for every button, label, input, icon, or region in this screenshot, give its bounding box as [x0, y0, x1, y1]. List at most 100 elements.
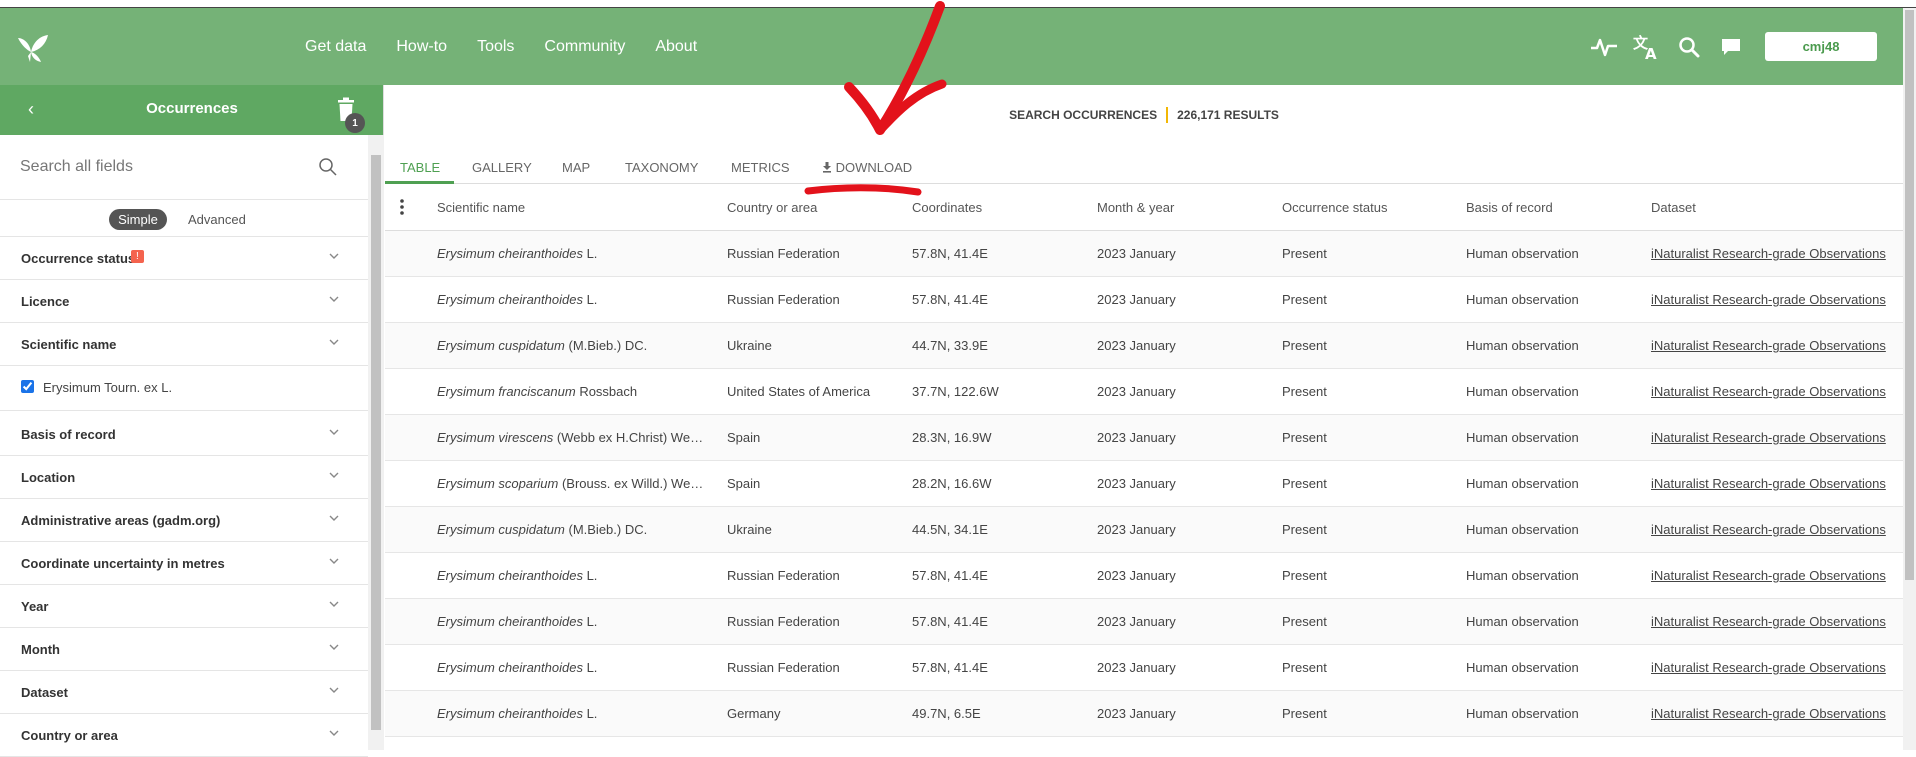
col-coordinates[interactable]: Coordinates — [912, 200, 982, 215]
chevron-down-icon[interactable] — [328, 428, 340, 436]
chevron-down-icon[interactable] — [328, 295, 340, 303]
filter-item[interactable]: Scientific name — [0, 323, 368, 366]
tab-gallery[interactable]: GALLERY — [472, 160, 532, 175]
col-country[interactable]: Country or area — [727, 200, 817, 215]
dataset-link[interactable]: iNaturalist Research-grade Observations — [1651, 292, 1886, 307]
sidebar-scrollbar[interactable] — [368, 135, 384, 750]
scientific-name-option[interactable]: Erysimum Tourn. ex L. — [0, 366, 368, 411]
nav-tools[interactable]: Tools — [477, 38, 514, 56]
species-author: (M.Bieb.) DC. — [564, 522, 648, 537]
translate-icon[interactable]: 文A — [1632, 32, 1662, 62]
search-icon[interactable] — [1674, 32, 1704, 62]
table-row[interactable]: Erysimum cheiranthoides L. Russian Federa… — [385, 599, 1903, 645]
dataset-link[interactable]: iNaturalist Research-grade Observations — [1651, 706, 1886, 721]
cell-country: Russian Federation — [727, 614, 840, 629]
cell-status: Present — [1282, 522, 1327, 537]
species-name: Erysimum cuspidatum — [437, 522, 565, 537]
chevron-down-icon[interactable] — [328, 686, 340, 694]
col-basis-of-record[interactable]: Basis of record — [1466, 200, 1553, 215]
feedback-icon[interactable] — [1716, 32, 1746, 62]
chevron-down-icon[interactable] — [328, 252, 340, 260]
table-row[interactable]: Erysimum cuspidatum (M.Bieb.) DC. Ukraine… — [385, 507, 1903, 553]
tab-table[interactable]: TABLE — [400, 160, 440, 175]
species-name: Erysimum cuspidatum — [437, 338, 565, 353]
col-scientific-name[interactable]: Scientific name — [437, 200, 525, 215]
sidebar-title: Occurrences — [146, 100, 238, 117]
nav-community[interactable]: Community — [544, 38, 625, 56]
window-top-edge — [0, 0, 1916, 8]
tab-map[interactable]: MAP — [562, 160, 590, 175]
cell-coords: 28.2N, 16.6W — [912, 476, 992, 491]
chevron-down-icon[interactable] — [328, 471, 340, 479]
table-row[interactable]: Erysimum cheiranthoides L. Russian Federa… — [385, 277, 1903, 323]
filter-item[interactable]: Dataset — [0, 671, 368, 714]
filter-item[interactable]: Basis of record — [0, 413, 368, 456]
filter-label: Coordinate uncertainty in metres — [21, 556, 225, 571]
dataset-link[interactable]: iNaturalist Research-grade Observations — [1651, 246, 1886, 261]
filter-item[interactable]: Location — [0, 456, 368, 499]
table-row[interactable]: Erysimum cuspidatum (M.Bieb.) DC. Ukraine… — [385, 323, 1903, 369]
cell-coords: 37.7N, 122.6W — [912, 384, 999, 399]
nav-how-to[interactable]: How-to — [396, 38, 447, 56]
chevron-down-icon[interactable] — [328, 600, 340, 608]
dataset-link[interactable]: iNaturalist Research-grade Observations — [1651, 430, 1886, 445]
chevron-down-icon[interactable] — [328, 729, 340, 737]
chevron-down-icon[interactable] — [328, 514, 340, 522]
filter-item[interactable]: Coordinate uncertainty in metres — [0, 542, 368, 585]
tab-taxonomy[interactable]: TAXONOMY — [625, 160, 698, 175]
filter-item[interactable]: Administrative areas (gadm.org) — [0, 499, 368, 542]
col-dataset[interactable]: Dataset — [1651, 200, 1696, 215]
mode-simple-button[interactable]: Simple — [109, 209, 167, 230]
tab-metrics[interactable]: METRICS — [731, 160, 790, 175]
user-button[interactable]: cmj48 — [1765, 32, 1877, 61]
table-row[interactable]: Erysimum scoparium (Brouss. ex Willd.) W… — [385, 461, 1903, 507]
dataset-link[interactable]: iNaturalist Research-grade Observations — [1651, 476, 1886, 491]
table-row[interactable]: Erysimum cheiranthoides L. Russian Federa… — [385, 231, 1903, 277]
cell-coords: 57.8N, 41.4E — [912, 568, 988, 583]
nav-about[interactable]: About — [655, 38, 697, 56]
dataset-link[interactable]: iNaturalist Research-grade Observations — [1651, 338, 1886, 353]
cell-basis: Human observation — [1466, 384, 1579, 399]
scientific-name-checkbox[interactable] — [21, 380, 34, 393]
mode-advanced-button[interactable]: Advanced — [188, 212, 246, 227]
dataset-link[interactable]: iNaturalist Research-grade Observations — [1651, 522, 1886, 537]
cell-country: Ukraine — [727, 338, 772, 353]
page-scrollbar[interactable] — [1903, 8, 1916, 750]
filter-label: Occurrence status — [21, 251, 136, 266]
chevron-down-icon[interactable] — [328, 643, 340, 651]
filter-item[interactable]: Month — [0, 628, 368, 671]
col-month-year[interactable]: Month & year — [1097, 200, 1174, 215]
activity-icon[interactable] — [1589, 32, 1619, 62]
table-row[interactable]: Erysimum cheiranthoides L. Russian Federa… — [385, 645, 1903, 691]
gbif-logo-icon[interactable] — [14, 32, 50, 64]
dataset-link[interactable]: iNaturalist Research-grade Observations — [1651, 660, 1886, 675]
filter-item[interactable]: Licence — [0, 280, 368, 323]
table-row[interactable]: Erysimum cheiranthoides L. Germany 49.7N, … — [385, 691, 1903, 737]
search-icon[interactable] — [318, 157, 338, 177]
filter-label: Country or area — [21, 728, 118, 743]
more-options-icon[interactable] — [400, 199, 404, 215]
filter-item[interactable]: Country or area — [0, 714, 368, 757]
cell-status: Present — [1282, 476, 1327, 491]
col-occurrence-status[interactable]: Occurrence status — [1282, 200, 1388, 215]
cell-scientific-name: Erysimum cheiranthoides L. — [437, 706, 597, 721]
chevron-down-icon[interactable] — [328, 557, 340, 565]
cell-scientific-name: Erysimum virescens (Webb ex H.Christ) We… — [437, 430, 705, 445]
cell-scientific-name: Erysimum scoparium (Brouss. ex Willd.) W… — [437, 476, 703, 491]
species-name: Erysimum cheiranthoides — [437, 706, 583, 721]
nav-get-data[interactable]: Get data — [305, 38, 366, 56]
table-row[interactable]: Erysimum cheiranthoides L. Russian Federa… — [385, 553, 1903, 599]
cell-coords: 44.5N, 34.1E — [912, 522, 988, 537]
dataset-link[interactable]: iNaturalist Research-grade Observations — [1651, 614, 1886, 629]
search-input[interactable] — [20, 155, 310, 179]
cell-country: Spain — [727, 476, 761, 491]
dataset-link[interactable]: iNaturalist Research-grade Observations — [1651, 384, 1886, 399]
filter-item[interactable]: Year — [0, 585, 368, 628]
filter-item[interactable]: Occurrence status! — [0, 237, 368, 280]
table-row[interactable]: Erysimum franciscanum Rossbach United Sta… — [385, 369, 1903, 415]
filter-label: Licence — [21, 294, 70, 309]
table-row[interactable]: Erysimum virescens (Webb ex H.Christ) We… — [385, 415, 1903, 461]
dataset-link[interactable]: iNaturalist Research-grade Observations — [1651, 568, 1886, 583]
chevron-down-icon[interactable] — [328, 338, 340, 346]
tab-download[interactable]: DOWNLOAD — [822, 160, 912, 175]
